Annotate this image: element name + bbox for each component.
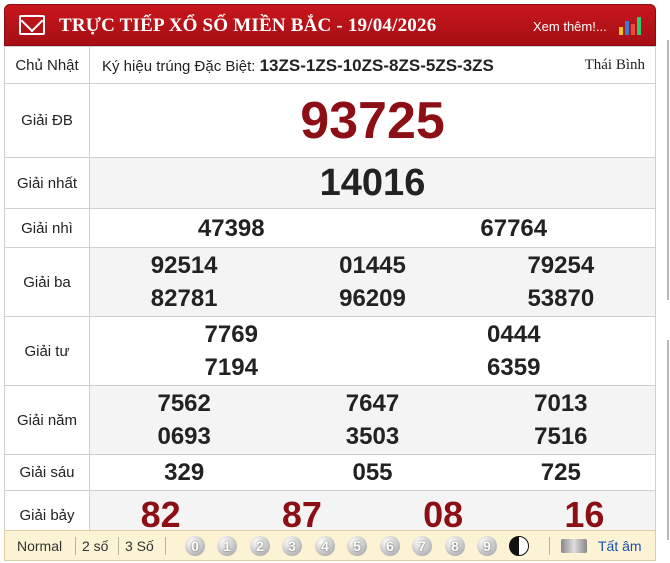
lottery-results-panel: TRỰC TIẾP XỔ SỐ MIỀN BẮC - 19/04/2026 Xe… <box>4 0 656 563</box>
prize-values-g4: 7769 0444 7194 6359 <box>89 316 656 386</box>
digit-filter-0[interactable]: 0 <box>185 536 205 556</box>
digit-filter-4[interactable]: 4 <box>315 536 335 556</box>
display-toolbar: Normal 2 số 3 Số 0 1 2 3 4 5 6 7 8 9 Tất… <box>4 530 656 561</box>
prize-number: 96209 <box>339 285 406 312</box>
prize-values-g3: 92514 01445 79254 82781 96209 53870 <box>89 247 656 317</box>
divider <box>75 537 76 555</box>
prize-number: 0444 <box>487 321 541 348</box>
normal-mode-button[interactable]: Normal <box>17 538 62 554</box>
special-code: 13ZS-1ZS-10ZS-8ZS-5ZS-3ZS <box>259 56 494 75</box>
see-more-link[interactable]: Xem thêm!... <box>533 19 607 34</box>
prize-number: 7013 <box>534 390 588 417</box>
digit-filter-1[interactable]: 1 <box>217 536 237 556</box>
prize-label-g6: Giải sáu <box>4 454 90 491</box>
prize-values-g6: 329 055 725 <box>89 454 656 491</box>
three-digit-mode-button[interactable]: 3 Số <box>125 538 154 554</box>
prize-number: 7562 <box>157 390 211 417</box>
prize-number: 329 <box>164 459 205 486</box>
digit-filter-6[interactable]: 6 <box>380 536 400 556</box>
prize-number: 6359 <box>487 354 541 381</box>
prize-number: 7769 <box>204 321 258 348</box>
prize-label-db: Giải ĐB <box>4 83 90 158</box>
digit-filter-8[interactable]: 8 <box>445 536 465 556</box>
prize-label-g2: Giải nhì <box>4 208 90 248</box>
prize-number: 055 <box>352 459 393 486</box>
special-code-cell: Ký hiệu trúng Đặc Biệt: 13ZS-1ZS-10ZS-8Z… <box>89 46 656 84</box>
digit-filter-5[interactable]: 5 <box>347 536 367 556</box>
divider <box>549 537 550 555</box>
day-label: Chủ Nhật <box>4 46 90 84</box>
info-row: Chủ Nhật Ký hiệu trúng Đặc Biệt: 13ZS-1Z… <box>4 46 656 84</box>
bar-chart-icon[interactable] <box>619 15 643 35</box>
prize-number: 01445 <box>339 252 406 279</box>
prize-values-g5: 7562 7647 7013 0693 3503 7516 <box>89 385 656 455</box>
prize-number: 79254 <box>527 252 595 279</box>
prize-label-g3: Giải ba <box>4 247 90 317</box>
prize-number: 82781 <box>150 285 218 312</box>
digit-filter-3[interactable]: 3 <box>282 536 302 556</box>
page-edge <box>667 40 669 300</box>
prize-values-g1: 14016 <box>89 157 656 209</box>
digit-filter-7[interactable]: 7 <box>412 536 432 556</box>
divider <box>165 537 166 555</box>
page-edge <box>667 340 669 540</box>
prize-values-db: 93725 <box>89 83 656 158</box>
prize-row-g5: Giải năm 7562 7647 7013 0693 3503 7516 <box>4 385 656 455</box>
special-prize-number: 93725 <box>300 91 445 150</box>
yin-yang-icon[interactable] <box>509 536 529 556</box>
mail-icon <box>19 15 45 35</box>
special-code-label: Ký hiệu trúng Đặc Biệt: <box>102 58 256 75</box>
prize-row-g6: Giải sáu 329 055 725 <box>4 454 656 491</box>
special-code-text: Ký hiệu trúng Đặc Biệt: 13ZS-1ZS-10ZS-8Z… <box>102 56 494 76</box>
results-table: Chủ Nhật Ký hiệu trúng Đặc Biệt: 13ZS-1Z… <box>4 46 656 540</box>
prize-row-g3: Giải ba 92514 01445 79254 82781 96209 53… <box>4 247 656 317</box>
two-digit-mode-button[interactable]: 2 số <box>82 538 108 554</box>
speaker-icon[interactable] <box>561 539 587 553</box>
prize-number: 7516 <box>534 423 588 450</box>
prize-number: 92514 <box>150 252 218 279</box>
prize-row-g4: Giải tư 7769 0444 7194 6359 <box>4 316 656 386</box>
prize-row-g1: Giải nhất 14016 <box>4 157 656 209</box>
prize-row-g2: Giải nhì 47398 67764 <box>4 208 656 248</box>
prize-label-g5: Giải năm <box>4 385 90 455</box>
prize-number: 7647 <box>345 390 400 417</box>
prize-number: 67764 <box>480 214 548 242</box>
prize-row-db: Giải ĐB 93725 <box>4 83 656 158</box>
first-prize-number: 14016 <box>319 162 426 204</box>
show-all-button[interactable]: Tất âm <box>598 538 642 554</box>
prize-number: 47398 <box>197 214 265 242</box>
header-bar: TRỰC TIẾP XỔ SỐ MIỀN BẮC - 19/04/2026 Xe… <box>4 4 656 46</box>
page-title: TRỰC TIẾP XỔ SỐ MIỀN BẮC - 19/04/2026 <box>59 15 437 36</box>
prize-label-g1: Giải nhất <box>4 157 90 209</box>
digit-filter-9[interactable]: 9 <box>477 536 497 556</box>
prize-values-g2: 47398 67764 <box>89 208 656 248</box>
prize-label-g4: Giải tư <box>4 316 90 386</box>
divider <box>118 537 119 555</box>
province-name: Thái Bình <box>584 57 645 73</box>
prize-number: 3503 <box>345 423 400 450</box>
prize-number: 0693 <box>157 423 211 450</box>
digit-filter-2[interactable]: 2 <box>250 536 270 556</box>
prize-number: 53870 <box>527 285 595 312</box>
prize-number: 7194 <box>204 354 258 381</box>
prize-number: 725 <box>540 459 581 486</box>
